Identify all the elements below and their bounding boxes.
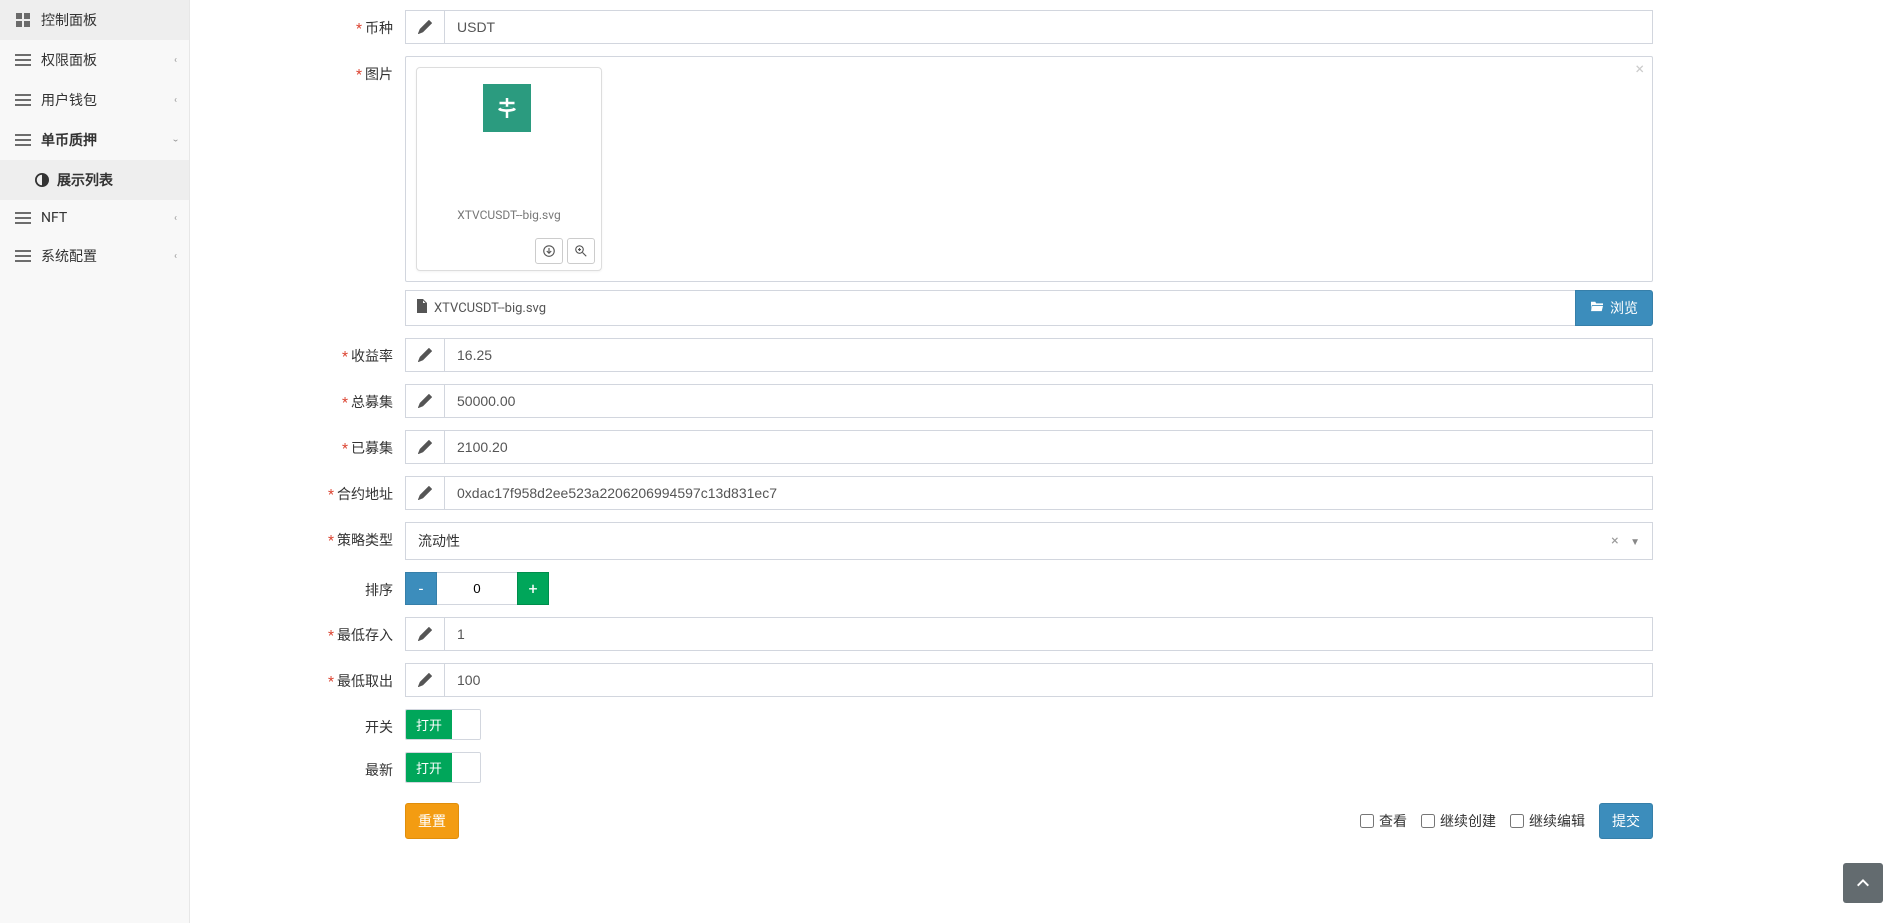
pencil-icon	[405, 430, 444, 464]
currency-input[interactable]	[444, 10, 1653, 44]
checkbox-label-text: 继续编辑	[1529, 811, 1585, 831]
close-icon[interactable]: ×	[1635, 61, 1644, 77]
min-withdraw-input[interactable]	[444, 663, 1653, 697]
nav-label: 控制面板	[41, 10, 97, 30]
download-button[interactable]	[535, 238, 563, 264]
list-icon	[15, 52, 31, 68]
sidebar: 控制面板 权限面板 ‹ 用户钱包 ‹ 单币质押 ‹	[0, 0, 190, 923]
chevron-down-icon: ▼	[1630, 537, 1640, 548]
decrement-button[interactable]: -	[405, 572, 437, 605]
label-latest: 最新	[210, 752, 405, 780]
strategy-select[interactable]: 流动性 × ▼	[405, 522, 1653, 560]
nav-label: 单币质押	[41, 130, 97, 150]
image-preview-card: XTVCUSDT--big.svg	[416, 67, 602, 271]
nav-sub-label: 展示列表	[57, 170, 113, 190]
nav-label: 系统配置	[41, 246, 97, 266]
sidebar-item-permissions[interactable]: 权限面板 ‹	[0, 40, 189, 80]
sidebar-item-nft[interactable]: NFT ‹	[0, 200, 189, 236]
pencil-icon	[405, 663, 444, 697]
continue-edit-checkbox-input[interactable]	[1510, 814, 1524, 828]
chevron-left-icon: ‹	[174, 95, 177, 106]
label-contract: 合约地址	[210, 476, 405, 504]
chevron-up-icon	[1855, 875, 1871, 891]
switch-on-label: 打开	[406, 753, 452, 782]
pencil-icon	[405, 10, 444, 44]
view-checkbox[interactable]: 查看	[1360, 811, 1407, 831]
adjust-icon	[35, 173, 49, 187]
label-strategy: 策略类型	[210, 522, 405, 550]
contract-input[interactable]	[444, 476, 1653, 510]
browse-button[interactable]: 浏览	[1575, 290, 1653, 326]
yield-input[interactable]	[444, 338, 1653, 372]
currency-logo-thumbnail	[483, 84, 531, 132]
submit-button[interactable]: 提交	[1599, 803, 1653, 839]
label-sort: 排序	[210, 572, 405, 600]
file-path-display: XTVCUSDT--big.svg	[405, 290, 1575, 326]
label-min-deposit: 最低存入	[210, 617, 405, 645]
sidebar-item-system-config[interactable]: 系统配置 ‹	[0, 236, 189, 276]
label-yield: 收益率	[210, 338, 405, 366]
label-raised: 已募集	[210, 430, 405, 458]
continue-edit-checkbox[interactable]: 继续编辑	[1510, 811, 1585, 831]
continue-create-checkbox-input[interactable]	[1421, 814, 1435, 828]
pencil-icon	[405, 617, 444, 651]
label-image: 图片	[210, 56, 405, 84]
sort-input[interactable]	[437, 572, 517, 605]
nav-label: 用户钱包	[41, 90, 97, 110]
switch-off-side	[452, 710, 480, 739]
raised-input[interactable]	[444, 430, 1653, 464]
file-name-text: XTVCUSDT--big.svg	[434, 301, 546, 316]
folder-open-icon	[1590, 300, 1604, 316]
pencil-icon	[405, 338, 444, 372]
image-upload-box: × XTVCUSDT--big.svg	[405, 56, 1653, 282]
min-deposit-input[interactable]	[444, 617, 1653, 651]
latest-toggle[interactable]: 打开	[405, 752, 481, 783]
sidebar-item-dashboard[interactable]: 控制面板	[0, 0, 189, 40]
total-raise-input[interactable]	[444, 384, 1653, 418]
switch-on-label: 打开	[406, 710, 452, 739]
list-icon	[15, 132, 31, 148]
continue-create-checkbox[interactable]: 继续创建	[1421, 811, 1496, 831]
checkbox-label-text: 查看	[1379, 811, 1407, 831]
list-icon	[15, 210, 31, 226]
sidebar-item-staking[interactable]: 单币质押 ‹	[0, 120, 189, 160]
clear-icon[interactable]: ×	[1611, 533, 1618, 549]
select-value: 流动性	[418, 531, 460, 551]
file-icon	[416, 299, 428, 317]
label-switch: 开关	[210, 709, 405, 737]
list-icon	[15, 248, 31, 264]
browse-label: 浏览	[1610, 298, 1638, 318]
nav-label: 权限面板	[41, 50, 97, 70]
chevron-left-icon: ‹	[174, 213, 177, 224]
scroll-to-top-button[interactable]	[1843, 863, 1883, 903]
pencil-icon	[405, 384, 444, 418]
pencil-icon	[405, 476, 444, 510]
main-form: 币种 图片 ×	[190, 0, 1903, 923]
chevron-left-icon: ‹	[174, 55, 177, 66]
label-min-withdraw: 最低取出	[210, 663, 405, 691]
label-total-raise: 总募集	[210, 384, 405, 412]
list-icon	[15, 92, 31, 108]
dashboard-icon	[15, 12, 31, 28]
view-checkbox-input[interactable]	[1360, 814, 1374, 828]
sidebar-subitem-display-list[interactable]: 展示列表	[0, 160, 189, 200]
nav-label: NFT	[41, 210, 67, 226]
sidebar-item-wallet[interactable]: 用户钱包 ‹	[0, 80, 189, 120]
label-currency: 币种	[210, 10, 405, 38]
reset-button[interactable]: 重置	[405, 803, 459, 839]
switch-toggle[interactable]: 打开	[405, 709, 481, 740]
switch-off-side	[452, 753, 480, 782]
increment-button[interactable]: +	[517, 572, 549, 605]
chevron-left-icon: ‹	[174, 251, 177, 262]
image-filename: XTVCUSDT--big.svg	[423, 202, 595, 232]
chevron-down-icon: ‹	[170, 138, 181, 141]
zoom-button[interactable]	[567, 238, 595, 264]
checkbox-label-text: 继续创建	[1440, 811, 1496, 831]
